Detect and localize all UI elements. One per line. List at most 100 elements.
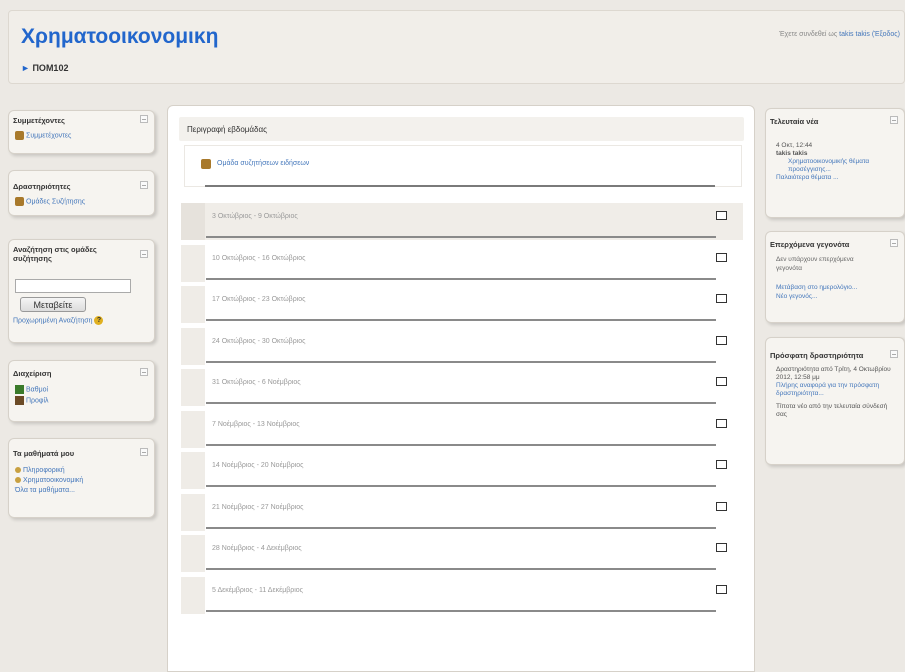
login-user-link[interactable]: takis takis bbox=[839, 31, 870, 38]
course-content: Περιγραφή εβδομάδας Ομάδα συζητήσεων ειδ… bbox=[167, 105, 755, 672]
collapse-block-icon[interactable] bbox=[140, 250, 148, 258]
forums-link[interactable]: Ομάδες Συζήτησης bbox=[15, 197, 85, 206]
collapse-block-icon[interactable] bbox=[140, 368, 148, 376]
week-side-cell bbox=[181, 535, 205, 572]
show-only-week-icon[interactable] bbox=[716, 501, 727, 511]
activity-since: Δραστηριότητα από Τρίτη, 4 Οκτωβρίου 201… bbox=[776, 366, 891, 381]
divider bbox=[206, 568, 716, 570]
week-section: 28 Νοέμβριος - 4 Δεκέμβριος bbox=[181, 535, 743, 572]
divider bbox=[205, 185, 715, 187]
profile-link[interactable]: Προφίλ bbox=[15, 396, 49, 405]
block-title: Πρόσφατη δραστηριότητα bbox=[770, 351, 864, 360]
block-title: Επερχόμενα γεγονότα bbox=[770, 240, 850, 249]
week-section: 21 Νοέμβριος - 27 Νοέμβριος bbox=[181, 493, 743, 531]
news-author: takis takis bbox=[776, 150, 808, 157]
show-only-week-icon[interactable] bbox=[716, 252, 727, 262]
divider bbox=[206, 443, 716, 446]
week-label: 14 Νοέμβριος - 20 Νοέμβριος bbox=[212, 462, 304, 469]
forum-search-input[interactable] bbox=[15, 279, 131, 293]
events-links: Μετάβαση στο ημερολόγιο... Νέο γεγονός..… bbox=[776, 283, 886, 301]
show-only-week-icon[interactable] bbox=[716, 335, 727, 345]
show-only-week-icon[interactable] bbox=[716, 211, 727, 220]
show-only-week-icon[interactable] bbox=[716, 377, 727, 386]
block-activities: Δραστηριότητες Ομάδες Συζήτησης bbox=[8, 170, 155, 216]
divider bbox=[206, 485, 716, 487]
course-link-2[interactable]: Χρηματοοικονομική bbox=[15, 477, 83, 484]
week-label: 7 Νοέμβριος - 13 Νοέμβριος bbox=[212, 420, 300, 428]
logout-link[interactable]: (Έξοδος) bbox=[872, 31, 900, 38]
week-side-cell bbox=[181, 576, 205, 614]
week-section: 31 Οκτώβριος - 6 Νοέμβριος bbox=[181, 369, 743, 406]
divider bbox=[206, 360, 716, 363]
show-only-week-icon[interactable] bbox=[716, 460, 727, 469]
week-label: 17 Οκτώβριος - 23 Οκτώβριος bbox=[212, 296, 306, 303]
collapse-block-icon[interactable] bbox=[140, 448, 148, 456]
week-label: 24 Οκτώβριος - 30 Οκτώβριος bbox=[212, 337, 306, 345]
no-events-text: Δεν υπάρχουν επερχόμενα γεγονότα bbox=[776, 256, 854, 272]
week-section: 5 Δεκέμβριος - 11 Δεκέμβριος bbox=[181, 576, 743, 614]
week-section: 17 Οκτώβριος - 23 Οκτώβριος bbox=[181, 286, 743, 323]
grades-link[interactable]: Βαθμοί bbox=[15, 385, 48, 394]
new-event-link[interactable]: Νέο γεγονός... bbox=[776, 292, 886, 301]
block-upcoming-events: Επερχόμενα γεγονότα Δεν υπάρχουν επερχόμ… bbox=[765, 231, 905, 323]
week-side-cell bbox=[181, 410, 205, 448]
recent-activity-content: Δραστηριότητα από Τρίτη, 4 Οκτωβρίου 201… bbox=[776, 366, 894, 419]
collapse-block-icon[interactable] bbox=[140, 115, 148, 123]
search-go-button[interactable]: Μεταβείτε bbox=[20, 297, 86, 312]
week-label: 28 Νοέμβριος - 4 Δεκέμβριος bbox=[212, 545, 302, 552]
week-side-cell bbox=[181, 369, 205, 406]
older-topics-link[interactable]: Παλαιότερα θέματα ... bbox=[776, 174, 886, 182]
site-title[interactable]: Χρηματοοικονομικη bbox=[21, 25, 218, 49]
collapse-block-icon[interactable] bbox=[890, 239, 898, 247]
divider bbox=[206, 236, 716, 238]
login-info: Έχετε συνδεθεί ως takis takis (Έξοδος) bbox=[779, 31, 900, 38]
block-recent-activity: Πρόσφατη δραστηριότητα Δραστηριότητα από… bbox=[765, 337, 905, 465]
login-prefix: Έχετε συνδεθεί ως bbox=[779, 31, 838, 38]
week-summary: Ομάδα συζητήσεων ειδήσεων bbox=[184, 145, 742, 187]
week-label: 21 Νοέμβριος - 27 Νοέμβριος bbox=[212, 503, 304, 511]
forum-icon bbox=[201, 159, 211, 169]
course-link-1[interactable]: Πληροφορική bbox=[15, 467, 65, 474]
news-forum-link[interactable]: Ομάδα συζητήσεων ειδήσεων bbox=[201, 159, 309, 169]
calendar-link[interactable]: Μετάβαση στο ημερολόγιο... bbox=[776, 283, 886, 292]
people-icon bbox=[15, 131, 24, 140]
all-courses-link[interactable]: Όλα τα μαθήματα... bbox=[15, 487, 75, 494]
week-section: 3 Οκτώβριος - 9 Οκτώβριος bbox=[181, 203, 743, 240]
collapse-block-icon[interactable] bbox=[890, 350, 898, 358]
breadcrumb: ► ΠΟΜ102 bbox=[21, 63, 68, 73]
week-section: 14 Νοέμβριος - 20 Νοέμβριος bbox=[181, 452, 743, 489]
grades-icon bbox=[15, 385, 24, 394]
news-post-link[interactable]: Χρηματοοικονομικής θέματα προσέγγισης... bbox=[776, 158, 886, 174]
advanced-search-row: Προχωρημένη Αναζήτηση ? bbox=[13, 316, 104, 325]
breadcrumb-item-course[interactable]: ΠΟΜ102 bbox=[32, 63, 68, 73]
advanced-search-link[interactable]: Προχωρημένη Αναζήτηση bbox=[13, 317, 93, 324]
show-only-week-icon[interactable] bbox=[716, 294, 727, 303]
divider bbox=[206, 277, 716, 280]
week-label: 5 Δεκέμβριος - 11 Δεκέμβριος bbox=[212, 586, 304, 594]
nothing-new-text: Τίποτα νέο από την τελευταία σύνδεσή σας bbox=[776, 403, 888, 418]
week-side-cell bbox=[181, 327, 205, 365]
week-label: 31 Οκτώβριος - 6 Νοέμβριος bbox=[212, 379, 301, 386]
breadcrumb-arrow-icon: ► bbox=[21, 63, 30, 73]
block-forum-search: Αναζήτηση στις ομάδες συζήτησης Μεταβείτ… bbox=[8, 239, 155, 343]
divider bbox=[206, 526, 716, 529]
week-side-cell bbox=[181, 452, 205, 489]
block-title: Τελευταία νέα bbox=[770, 117, 819, 126]
divider bbox=[206, 609, 716, 612]
show-only-week-icon[interactable] bbox=[716, 418, 727, 428]
week-side-cell bbox=[181, 244, 205, 282]
forum-icon bbox=[15, 197, 24, 206]
help-icon[interactable]: ? bbox=[94, 316, 104, 325]
collapse-block-icon[interactable] bbox=[140, 181, 148, 189]
show-only-week-icon[interactable] bbox=[716, 584, 727, 594]
collapse-block-icon[interactable] bbox=[890, 116, 898, 124]
page-header: Χρηματοοικονομικη Έχετε συνδεθεί ως taki… bbox=[8, 10, 905, 84]
news-item: 4 Οκτ, 12:44 takis takis Χρηματοοικονομι… bbox=[776, 142, 886, 182]
participants-link[interactable]: Συμμετέχοντες bbox=[15, 131, 71, 140]
full-report-link[interactable]: Πλήρης αναφορά για την πρόσφατη δραστηρι… bbox=[776, 382, 894, 398]
week-label: 10 Οκτώβριος - 16 Οκτώβριος bbox=[212, 254, 306, 262]
show-only-week-icon[interactable] bbox=[716, 543, 727, 552]
week-label: 3 Οκτώβριος - 9 Οκτώβριος bbox=[212, 213, 298, 220]
course-icon bbox=[15, 477, 21, 484]
block-title: Συμμετέχοντες bbox=[13, 116, 65, 125]
